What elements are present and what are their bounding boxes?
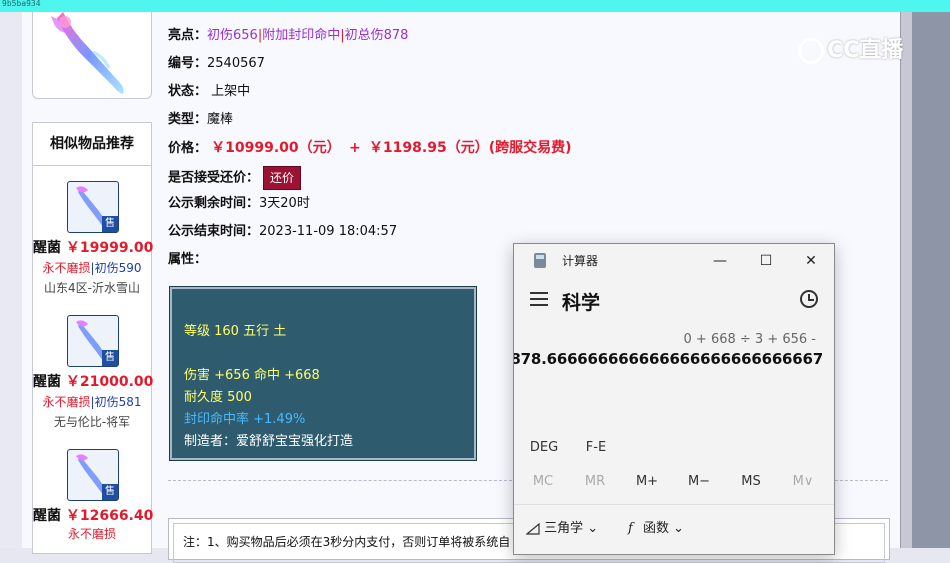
attributes-box: 等级 160 五行 土 伤害 +656 命中 +668 耐久度 500 封印命中…: [169, 286, 477, 461]
highlight-tag: 初总伤878: [344, 28, 409, 43]
similar-item-tags: 永不磨损: [67, 527, 116, 541]
attributes-label-row: 属性：: [168, 252, 208, 267]
fe-button[interactable]: F-E: [572, 440, 620, 455]
wand-icon[interactable]: 售: [67, 315, 119, 367]
calculator-expression: 0 + 668 ÷ 3 + 656 -: [683, 332, 816, 347]
remain-time-value: 3天20时: [259, 196, 310, 211]
close-button[interactable]: ✕: [791, 248, 831, 274]
function-icon: f: [628, 521, 633, 536]
cc-live-logo: CC直播: [798, 32, 903, 64]
minimize-button[interactable]: —: [700, 248, 740, 274]
memory-list-button[interactable]: M∨: [779, 474, 827, 489]
chevron-down-icon: ⌄: [673, 521, 685, 536]
top-status-bar: 9b5ba934: [0, 0, 950, 12]
attr-damage: 伤害 +656 命中 +668: [184, 368, 320, 383]
counter-offer-row: 是否接受还价： 还价: [168, 166, 302, 190]
highlight-tag: 初伤656: [207, 28, 258, 43]
history-icon[interactable]: [800, 290, 818, 308]
deg-button[interactable]: DEG: [520, 440, 568, 455]
attr-durability: 耐久度 500: [184, 390, 252, 405]
calculator-titlebar[interactable]: 计算器 — ☐ ✕: [514, 244, 834, 276]
item-image[interactable]: [32, 12, 152, 99]
type-row: 类型：魔棒: [168, 112, 234, 127]
id-row: 编号：2540567: [168, 56, 265, 71]
similar-items-title: 相似物品推荐: [33, 123, 151, 166]
calculator-app-icon: [534, 253, 546, 268]
cross-server-fee: ￥1198.95（元）(跨服交易费): [368, 140, 572, 156]
calculator-title: 计算器: [562, 254, 599, 268]
calculator-window[interactable]: 计算器 — ☐ ✕ 科学 0 + 668 ÷ 3 + 656 - 878.666…: [513, 243, 835, 555]
end-time-row: 公示结束时间：2023-11-09 18:04:57: [168, 224, 398, 239]
type-value: 魔棒: [207, 112, 234, 127]
status-value: 上架中: [211, 84, 251, 99]
sell-badge: 售: [102, 350, 118, 366]
mc-button[interactable]: MC: [519, 474, 567, 489]
highlight-tag: 附加封印命中: [262, 28, 341, 43]
function-dropdown[interactable]: f 函数 ⌄: [628, 517, 684, 536]
triangle-icon: [525, 522, 540, 535]
right-background: [912, 12, 950, 548]
similar-item-price: 醒菌 ￥21000.00: [33, 374, 154, 390]
notice-text: 注：1、购买物品后必须在3秒分内支付，否则订单将被系统自: [183, 535, 511, 549]
similar-item-server: 山东4区-沂水雪山: [44, 281, 140, 295]
wand-icon[interactable]: 售: [67, 181, 119, 233]
attr-seal: 封印命中率 +1.49%: [184, 412, 306, 427]
calculator-mode: 科学: [562, 292, 601, 314]
counter-offer-button[interactable]: 还价: [263, 166, 302, 190]
sell-badge: 售: [102, 484, 118, 500]
ms-button[interactable]: MS: [727, 474, 775, 489]
similar-item-server: 无与伦比-将军: [53, 415, 131, 429]
sell-badge: 售: [102, 216, 118, 232]
wand-icon[interactable]: 售: [67, 449, 119, 501]
similar-items-panel: 相似物品推荐 售 醒菌 ￥19999.00 永不磨损|初伤590 山东4区-沂水…: [32, 122, 154, 554]
maximize-button[interactable]: ☐: [746, 248, 786, 274]
mr-button[interactable]: MR: [571, 474, 619, 489]
m-plus-button[interactable]: M+: [623, 474, 671, 489]
item-id: 2540567: [207, 56, 265, 71]
attr-level: 等级 160 五行 土: [184, 324, 287, 339]
left-strip: [0, 12, 22, 548]
highlights-row: 亮点：初伤656|附加封印命中|初总伤878: [168, 28, 409, 43]
cc-logo-icon: [798, 38, 824, 64]
similar-item-price: 醒菌 ￥19999.00: [33, 240, 154, 256]
hamburger-menu-icon[interactable]: [530, 292, 548, 306]
similar-item-tags: 永不磨损|初伤581: [42, 395, 142, 409]
m-minus-button[interactable]: M−: [675, 474, 723, 489]
similar-item-tags: 永不磨损|初伤590: [42, 261, 142, 275]
price-row: 价格： ￥10999.00（元） + ￥1198.95（元）(跨服交易费): [168, 140, 572, 156]
calculator-result: 878.666666666666666666666666667: [513, 350, 823, 368]
end-time-value: 2023-11-09 18:04:57: [259, 224, 398, 239]
session-id-text: 9b5ba934: [2, 0, 41, 8]
wand-icon: [51, 12, 124, 94]
similar-item-price: 醒菌 ￥12666.40: [33, 508, 154, 524]
price-value: ￥10999.00（元）: [211, 140, 341, 156]
status-row: 状态： 上架中: [168, 84, 251, 99]
attr-maker: 制造者：爱舒舒宝宝强化打造: [184, 434, 354, 449]
chevron-down-icon: ⌄: [587, 521, 599, 536]
remain-time-row: 公示剩余时间：3天20时: [168, 196, 310, 211]
trigonometry-dropdown[interactable]: 三角学 ⌄: [525, 517, 599, 536]
